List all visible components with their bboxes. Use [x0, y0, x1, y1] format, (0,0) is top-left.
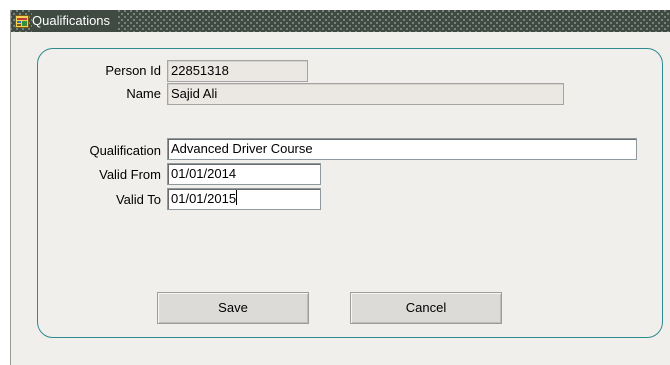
valid-to-field[interactable]: 01/01/2015	[167, 188, 321, 210]
valid-to-value: 01/01/2015	[171, 191, 237, 206]
qualifications-window: Qualifications Person Id 22851318 Name S…	[10, 10, 670, 365]
valid-from-field[interactable]: 01/01/2014	[167, 163, 321, 185]
qualification-label: Qualification	[89, 143, 161, 158]
form-icon	[15, 14, 29, 28]
qualification-field[interactable]: Advanced Driver Course	[167, 138, 637, 160]
title-bar[interactable]: Qualifications	[11, 10, 670, 32]
cancel-button[interactable]: Cancel	[350, 292, 502, 324]
person-id-field[interactable]: 22851318	[167, 60, 308, 82]
valid-from-label: Valid From	[99, 167, 161, 182]
text-cursor	[236, 190, 238, 205]
save-button[interactable]: Save	[157, 292, 309, 324]
valid-to-label: Valid To	[115, 192, 161, 207]
person-id-label: Person Id	[105, 63, 161, 78]
window-title: Qualifications	[32, 10, 119, 32]
name-label: Name	[126, 86, 161, 101]
name-field[interactable]: Sajid Ali	[167, 83, 564, 105]
